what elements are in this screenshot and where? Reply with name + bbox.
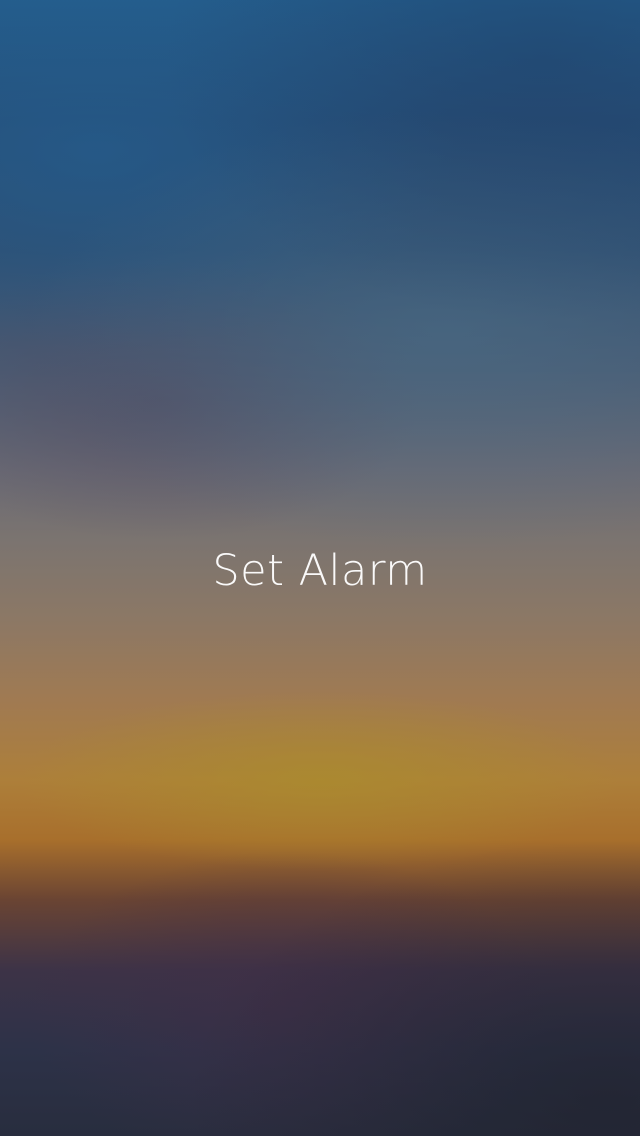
alarm-screen: Set Alarm bbox=[0, 0, 640, 1136]
set-alarm-button[interactable]: Set Alarm bbox=[0, 541, 640, 601]
